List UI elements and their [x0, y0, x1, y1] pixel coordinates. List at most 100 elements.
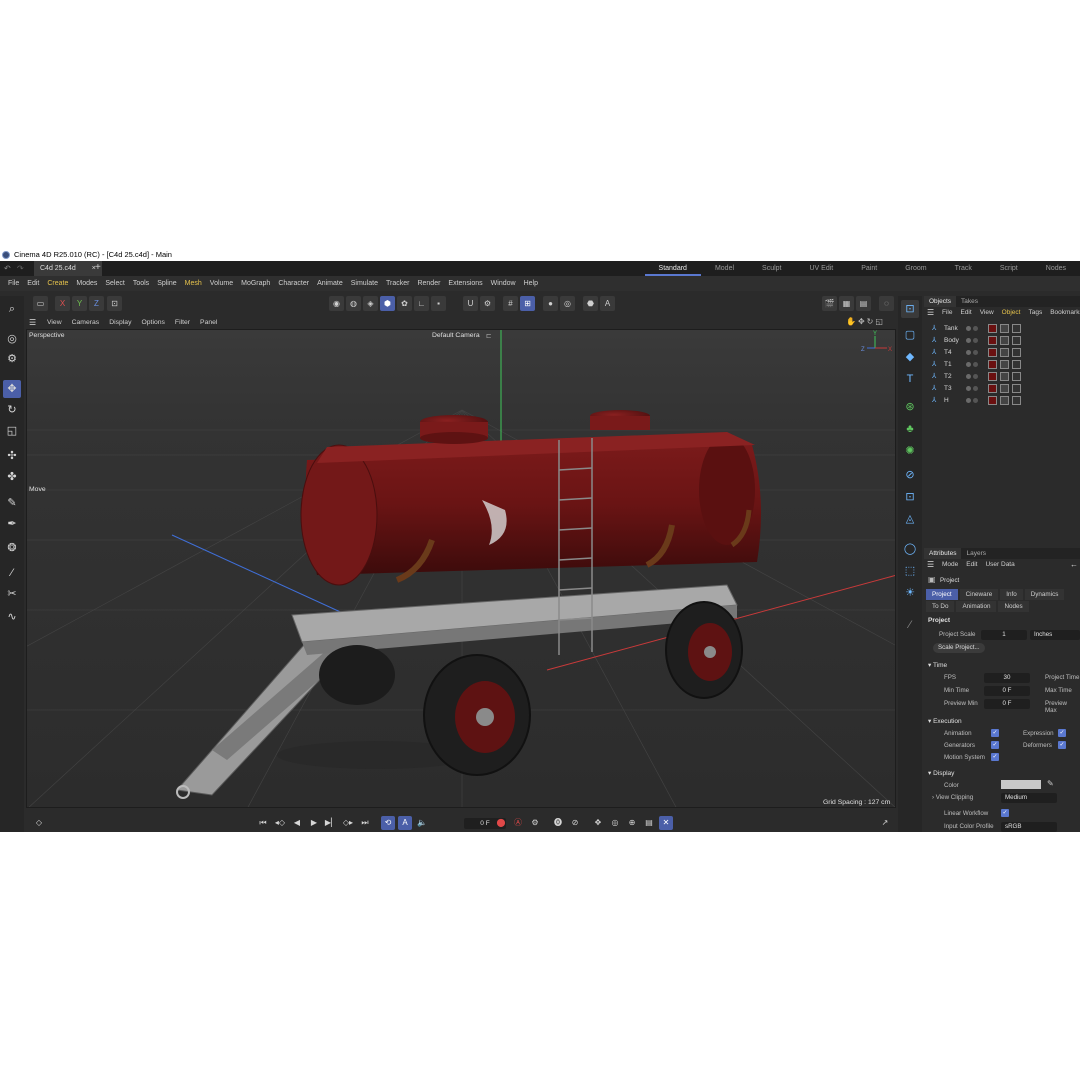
symmetry-icon[interactable]: ◎ — [560, 296, 575, 311]
menu-tools[interactable]: Tools — [129, 276, 153, 291]
deformers-checkbox[interactable]: ✓ — [1058, 741, 1066, 749]
phong-tag-icon[interactable] — [1012, 324, 1021, 333]
editor-visibility-dot[interactable] — [966, 398, 971, 403]
cube-icon[interactable]: ◆ — [901, 348, 919, 366]
attributes-menu-mode[interactable]: Mode — [938, 559, 962, 571]
snap-magnet-icon[interactable]: U — [463, 296, 478, 311]
expression-checkbox[interactable]: ✓ — [1058, 729, 1066, 737]
render-visibility-dot[interactable] — [973, 386, 978, 391]
keyframe-diamond-icon[interactable]: ◇ — [32, 816, 46, 830]
object-name[interactable]: T2 — [944, 371, 952, 383]
objects-tab-objects[interactable]: Objects — [924, 296, 957, 307]
render-visibility-dot[interactable] — [973, 326, 978, 331]
render-view-icon[interactable]: 🎬 — [822, 296, 837, 311]
menu-render[interactable]: Render — [413, 276, 444, 291]
grid-snap-icon[interactable]: # — [503, 296, 518, 311]
viewport-menu-view[interactable]: View — [42, 316, 67, 329]
subtab-animation[interactable]: Animation — [956, 601, 997, 612]
subtab-info[interactable]: Info — [1000, 589, 1023, 600]
next-frame-icon[interactable]: ▶▏ — [324, 816, 338, 830]
layout-tab-standard[interactable]: Standard — [644, 261, 701, 276]
layout-tab-uv-edit[interactable]: UV Edit — [796, 261, 848, 276]
back-arrow-icon[interactable]: ← — [1070, 560, 1078, 569]
menu-simulate[interactable]: Simulate — [347, 276, 382, 291]
axis-x-button[interactable]: X — [55, 296, 70, 311]
layout-tab-sculpt[interactable]: Sculpt — [748, 261, 795, 276]
texture-mode-icon[interactable]: ✿ — [397, 296, 412, 311]
menu-tracker[interactable]: Tracker — [382, 276, 413, 291]
object-row-body[interactable]: ⅄ Body — [930, 335, 1080, 347]
visibility-toggles[interactable] — [966, 362, 980, 368]
menu-edit[interactable]: Edit — [23, 276, 43, 291]
snap-settings-icon[interactable]: ⚙ — [480, 296, 495, 311]
menu-mograph[interactable]: MoGraph — [237, 276, 274, 291]
input-color-profile-select[interactable]: sRGB — [1001, 822, 1057, 832]
generator-icon[interactable]: ⊛ — [901, 398, 919, 416]
points-mode-icon[interactable]: ◉ — [329, 296, 344, 311]
phong-tag-icon[interactable] — [1012, 396, 1021, 405]
redo-icon[interactable]: ↷ — [17, 264, 24, 273]
objects-menu-edit[interactable]: Edit — [956, 307, 975, 319]
object-name[interactable]: Tank — [944, 323, 958, 335]
loop-icon[interactable]: ⟲ — [381, 816, 395, 830]
objects-menu-view[interactable]: View — [976, 307, 998, 319]
uvw-tag-icon[interactable] — [1000, 396, 1009, 405]
object-name[interactable]: Body — [944, 335, 959, 347]
axis-y-button[interactable]: Y — [72, 296, 87, 311]
new-tab-icon[interactable]: + — [95, 262, 101, 273]
viewport-menu-options[interactable]: Options — [136, 316, 169, 329]
render-visibility-dot[interactable] — [973, 374, 978, 379]
objects-tab-takes[interactable]: Takes — [956, 296, 983, 307]
knife-tool-icon[interactable]: ✂ — [3, 585, 21, 603]
cube-outline-icon[interactable]: ▢ — [901, 326, 919, 344]
viewport-refresh-icon[interactable]: ◌ — [879, 296, 894, 311]
magnet-tool-icon[interactable]: ∿ — [3, 608, 21, 626]
material-tag-icon[interactable] — [988, 396, 997, 405]
sculpt-brush-icon[interactable]: ✒ — [3, 515, 21, 533]
axis-mode-icon[interactable]: ▪ — [431, 296, 446, 311]
previous-frame-icon[interactable]: ◀ — [290, 816, 304, 830]
section-time[interactable]: ▾ Time — [928, 661, 947, 669]
subtab-cineware[interactable]: Cineware — [959, 589, 999, 600]
previous-key-icon[interactable]: ◂◇ — [273, 816, 287, 830]
rotation-key-icon[interactable]: ✥ — [591, 816, 605, 830]
viewport-menu-filter[interactable]: Filter — [170, 316, 195, 329]
layout-tab-model[interactable]: Model — [701, 261, 748, 276]
layout-tab-groom[interactable]: Groom — [891, 261, 940, 276]
visibility-toggles[interactable] — [966, 338, 980, 344]
phong-tag-icon[interactable] — [1012, 348, 1021, 357]
go-to-start-icon[interactable]: ⏮ — [256, 816, 270, 830]
go-to-end-icon[interactable]: ⏭ — [358, 816, 372, 830]
camera-object-icon[interactable]: ⬚ — [901, 562, 919, 580]
material-tag-icon[interactable] — [988, 384, 997, 393]
layout-tab-script[interactable]: Script — [986, 261, 1032, 276]
3d-viewport[interactable]: Z Y X Perspective Default Camera ⊏ Move … — [26, 329, 896, 808]
fps-field[interactable]: 30 — [984, 673, 1030, 683]
render-visibility-dot[interactable] — [973, 338, 978, 343]
position-key-icon[interactable]: ⓿ — [551, 816, 565, 830]
environment-icon[interactable]: ◯ — [901, 540, 919, 558]
preview-min-field[interactable]: 0 F — [984, 699, 1030, 709]
param-key-icon[interactable]: ◎ — [608, 816, 622, 830]
menu-extensions[interactable]: Extensions — [444, 276, 486, 291]
place-tool-icon[interactable]: ✤ — [3, 468, 21, 486]
attributes-hamburger-icon[interactable]: ☰ — [927, 560, 934, 569]
project-scale-unit-select[interactable]: Inches — [1030, 630, 1080, 640]
menu-modes[interactable]: Modes — [72, 276, 101, 291]
objects-menu-bookmarks[interactable]: Bookmarks — [1046, 307, 1080, 319]
menu-volume[interactable]: Volume — [206, 276, 237, 291]
live-selection-icon[interactable]: ◎ — [3, 330, 21, 348]
search-icon[interactable]: ⌕ — [3, 300, 21, 318]
uvw-tag-icon[interactable] — [1000, 384, 1009, 393]
transform-tool-icon[interactable]: ✣ — [3, 447, 21, 465]
cloner-icon[interactable]: ♣ — [901, 420, 919, 438]
editor-visibility-dot[interactable] — [966, 374, 971, 379]
attributes-tab-attributes[interactable]: Attributes — [924, 548, 962, 559]
menu-help[interactable]: Help — [520, 276, 542, 291]
min-time-field[interactable]: 0 F — [984, 686, 1030, 696]
autokey-icon[interactable]: Ⓐ — [511, 816, 525, 830]
menu-animate[interactable]: Animate — [313, 276, 347, 291]
field-icon[interactable]: ⊡ — [901, 488, 919, 506]
uvw-tag-icon[interactable] — [1000, 360, 1009, 369]
objects-menu-file[interactable]: File — [938, 307, 956, 319]
